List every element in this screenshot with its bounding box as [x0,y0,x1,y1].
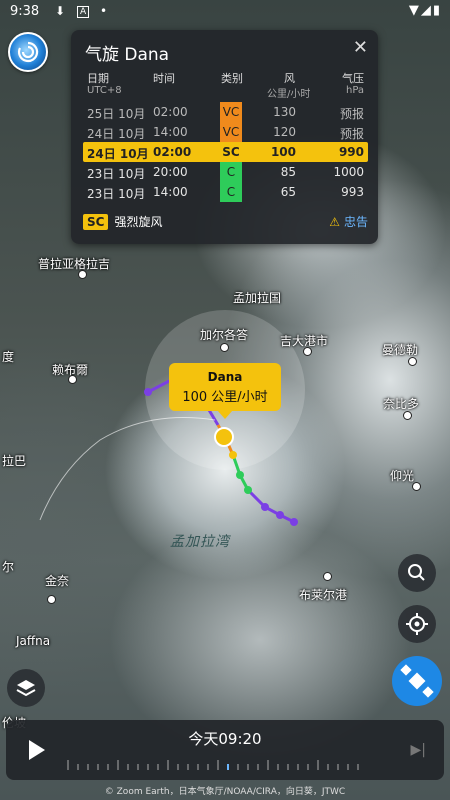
forecast-table: 25日 10月 02:00 VC 130 预报 24日 10月 14:00 VC 120 预报 24… [83,102,368,202]
place-label: 尔 [2,560,15,574]
city-dot [412,482,421,491]
place-label: 孟加拉国 [233,291,282,305]
cell-category: SC [222,145,240,159]
city-dot [403,411,412,420]
table-row: 24日 10月 02:00 SC 100 990 [83,142,368,162]
city-dot [68,375,77,384]
cell-time: 02:00 [153,145,192,159]
place-label: 金奈 [45,574,70,588]
app-logo-icon[interactable] [8,32,48,72]
close-icon[interactable]: ✕ [353,37,368,58]
cell-category: C [220,182,242,202]
cell-date: 25日 10月 [87,107,146,121]
cell-wind: 120 [273,125,296,139]
cell-pressure: 预报 [339,127,364,141]
place-label: 布莱尔港 [299,588,348,602]
place-label: 拉巴 [2,454,27,468]
status-bar: 9:38 ⬇ A • ▼◢▮ [0,0,450,24]
col-wind-unit: 公里/小时 [267,89,311,100]
search-icon [408,564,425,581]
storm-name: Dana [207,370,243,384]
notification-dot-icon: • [100,4,108,18]
satellite-icon [400,664,434,698]
cell-pressure: 990 [338,145,364,159]
table-row: 23日 10月 20:00 C 85 1000 [83,162,368,182]
advisory-link[interactable]: ⚠ 忠告 [329,213,368,230]
category-legend: SC 强烈旋风 [83,213,162,230]
cell-date: 24日 10月 [87,147,149,161]
warning-icon: ⚠ [329,215,340,229]
cell-wind: 100 [270,145,296,159]
place-label: 奈比多 [383,397,420,411]
cell-category: C [220,162,242,182]
cell-wind: 65 [280,185,296,199]
storm-speed: 100 公里/小时 [182,390,268,405]
layers-icon [16,680,36,697]
col-wind: 风 [284,72,295,85]
place-label: 加尔各答 [200,328,249,342]
city-dot [323,572,332,581]
table-row: 25日 10月 02:00 VC 130 预报 [83,102,368,122]
timeline-bar: 今天09:20 ▶| [6,720,444,780]
card-title: 气旋 Dana [85,45,170,65]
app-notification-icon: A [77,6,90,18]
city-dot [78,270,87,279]
cell-pressure: 993 [341,185,364,199]
legend-badge: SC [83,214,109,230]
city-dot [303,347,312,356]
col-date: 日期 [87,72,109,85]
attribution: © Zoom Earth，日本气象厅/NOAA/CIRA，向日葵，JTWC [104,787,346,797]
cell-category: VC [220,122,242,142]
crosshair-icon [406,613,428,635]
locate-button[interactable] [398,605,436,643]
satellite-button[interactable] [392,656,442,706]
search-button[interactable] [398,554,436,592]
table-row: 24日 10月 14:00 VC 120 预报 [83,122,368,142]
city-dot [220,343,229,352]
sea-label: 孟加拉湾 [170,534,230,550]
timeline-scrubber[interactable] [66,760,366,770]
place-label: 吉大港市 [280,334,329,348]
col-time: 时间 [153,72,175,85]
skip-forward-icon[interactable]: ▶| [411,742,426,758]
cell-wind: 130 [273,105,296,119]
col-date-sub: UTC+8 [87,85,122,96]
cyclone-info-card: 气旋 Dana ✕ 日期 UTC+8 时间 类别 风 公里/小时 气压 hPa … [71,30,378,244]
city-dot [47,595,56,604]
cell-category: VC [220,102,242,122]
place-label: 度 [2,350,15,364]
cell-pressure: 预报 [339,107,364,121]
cell-date: 24日 10月 [87,127,146,141]
cell-date: 23日 10月 [87,167,146,181]
cell-time: 14:00 [153,125,188,139]
city-dot [408,357,417,366]
table-row: 23日 10月 14:00 C 65 993 [83,182,368,202]
place-label: 普拉亚格拉吉 [38,257,111,271]
cell-wind: 85 [280,165,296,179]
signal-battery-icons: ▼◢▮ [408,3,442,18]
place-label: Jaffna [16,634,51,648]
cell-time: 14:00 [153,185,188,199]
status-time: 9:38 [10,4,40,19]
cell-time: 02:00 [153,105,188,119]
cell-pressure: 1000 [333,165,364,179]
cell-date: 23日 10月 [87,187,146,201]
col-pressure: 气压 [342,72,364,85]
place-label: 曼德勒 [382,343,419,357]
storm-popup[interactable]: Dana 100 公里/小时 [169,363,281,419]
cell-time: 20:00 [153,165,188,179]
col-category: 类别 [221,72,243,85]
place-label: 仰光 [390,469,415,483]
current-time-label: 今天09:20 [188,730,262,748]
download-icon: ⬇ [55,4,66,18]
advisory-label: 忠告 [343,215,368,229]
layers-button[interactable] [7,669,45,707]
legend-label: 强烈旋风 [114,215,163,229]
col-pressure-unit: hPa [346,85,365,96]
